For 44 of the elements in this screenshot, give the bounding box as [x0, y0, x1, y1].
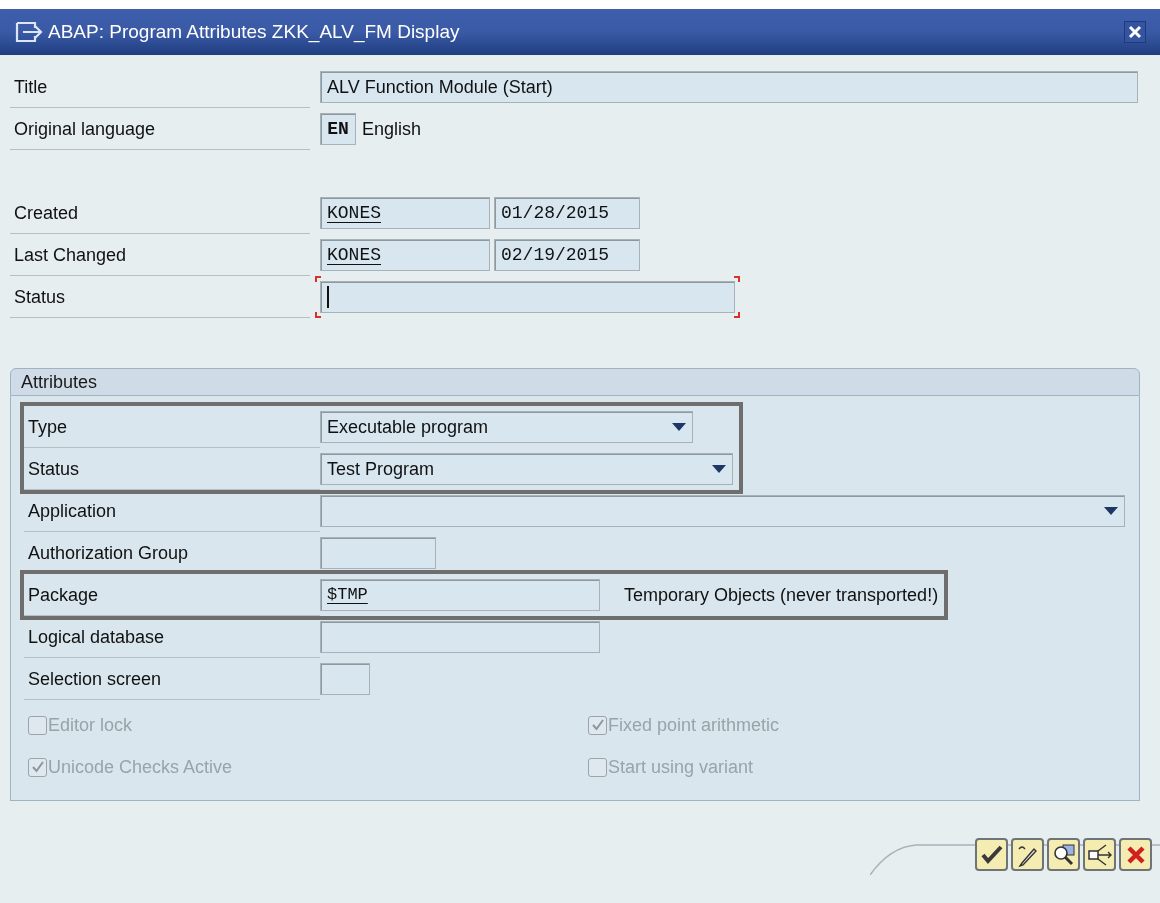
window-title: ABAP: Program Attributes ZKK_ALV_FM Display	[48, 19, 460, 45]
field-description: Temporary Objects (never transported!)	[624, 583, 939, 607]
input-field[interactable]	[320, 663, 370, 695]
date-field: 02/19/2015	[494, 239, 640, 271]
field-label: Original language	[14, 118, 156, 141]
input-field[interactable]: $TMP	[320, 579, 600, 611]
cancel-button[interactable]	[1119, 838, 1152, 871]
dropdown-arrow-icon[interactable]	[1104, 507, 1118, 515]
field-label: Authorization Group	[28, 542, 189, 565]
input-field[interactable]	[320, 537, 436, 569]
close-icon	[1128, 25, 1142, 39]
field-label: Selection screen	[28, 668, 162, 691]
field-label: Application	[28, 500, 117, 523]
dropdown-arrow-icon[interactable]	[672, 423, 686, 431]
magnifier-button[interactable]	[1047, 838, 1080, 871]
dropdown-field[interactable]: Test Program	[320, 453, 733, 485]
window-icon	[14, 20, 44, 44]
dropdown-field[interactable]: Executable program	[320, 411, 693, 443]
language-code-field: EN	[320, 113, 356, 145]
date-field: 01/28/2015	[494, 197, 640, 229]
checkbox-label: Fixed point arithmetic	[608, 713, 780, 737]
field-label: Status	[14, 286, 66, 309]
input-field[interactable]	[320, 621, 600, 653]
export-button[interactable]	[1083, 838, 1116, 871]
field-label: Package	[28, 584, 99, 607]
field-label: Title	[14, 76, 48, 99]
checkbox-label: Editor lock	[48, 713, 133, 737]
dropdown-arrow-icon[interactable]	[712, 465, 726, 473]
user-field: KONES	[320, 197, 490, 229]
dropdown-field[interactable]	[320, 495, 1125, 527]
check-button[interactable]	[975, 838, 1008, 871]
field-label: Status	[28, 458, 80, 481]
field-label: Type	[28, 416, 68, 439]
checkbox-label: Unicode Checks Active	[48, 755, 233, 779]
field-label: Logical database	[28, 626, 165, 649]
group-title: Attributes	[21, 370, 98, 394]
user-field: KONES	[320, 239, 490, 271]
pencil-button[interactable]	[1011, 838, 1044, 871]
close-button[interactable]	[1124, 21, 1146, 43]
checkbox-label: Start using variant	[608, 755, 754, 779]
input-field[interactable]	[315, 276, 740, 318]
language-name: English	[362, 117, 422, 141]
field-label: Created	[14, 202, 79, 225]
field-label: Last Changed	[14, 244, 127, 267]
